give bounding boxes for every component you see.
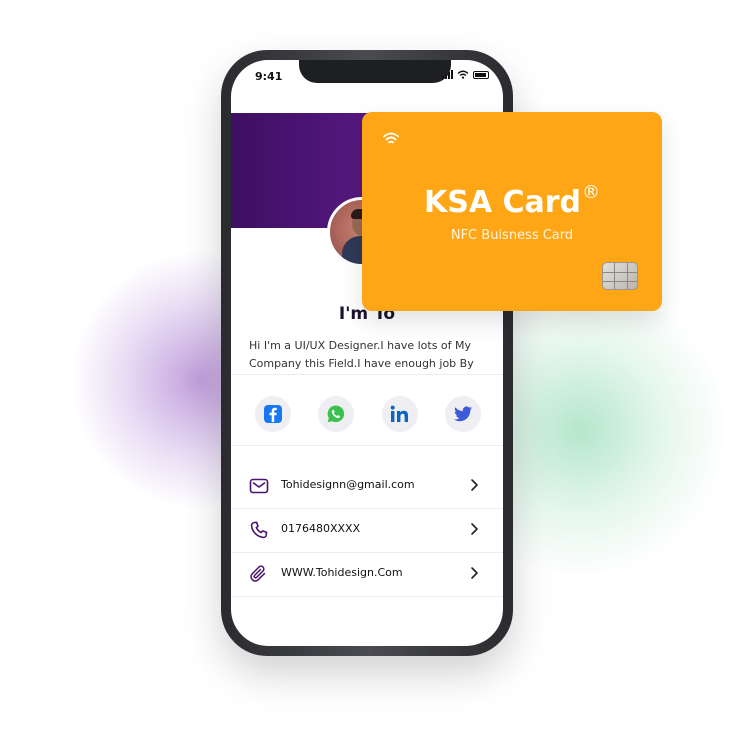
- card-title: KSA Card®: [423, 182, 601, 220]
- profile-bio: Hi I'm a UI/UX Designer.I have lots of M…: [249, 339, 474, 370]
- divider: [231, 445, 503, 446]
- phone-icon: [250, 521, 268, 539]
- chevron-right-icon: [471, 567, 478, 579]
- twitter-button[interactable]: [444, 396, 481, 432]
- contact-row-phone[interactable]: 0176480XXXX: [231, 508, 503, 552]
- divider: [231, 596, 503, 597]
- mail-icon: [249, 478, 269, 494]
- whatsapp-button[interactable]: [318, 396, 355, 432]
- chevron-right-icon: [471, 479, 478, 491]
- facebook-button[interactable]: [255, 396, 291, 432]
- contact-email: Tohidesignn@gmail.com: [281, 478, 415, 491]
- nfc-card: KSA Card® NFC Buisness Card: [362, 112, 662, 311]
- twitter-icon: [453, 406, 472, 422]
- social-links: [255, 396, 481, 432]
- contact-row-website[interactable]: WWW.Tohidesign.Com: [231, 552, 503, 596]
- linkedin-button[interactable]: [381, 396, 418, 432]
- contact-phone: 0176480XXXX: [281, 522, 361, 535]
- link-icon: [250, 565, 266, 582]
- contact-website: WWW.Tohidesign.Com: [281, 566, 403, 579]
- status-time: 9:41: [255, 70, 283, 83]
- contact-row-email[interactable]: Tohidesignn@gmail.com: [231, 464, 503, 508]
- whatsapp-icon: [327, 405, 345, 423]
- nfc-icon: [383, 132, 399, 144]
- card-subtitle: NFC Buisness Card: [450, 228, 574, 243]
- wifi-icon: [457, 70, 469, 79]
- signal-icon: [442, 70, 453, 79]
- divider: [231, 374, 503, 375]
- battery-icon: [473, 71, 489, 79]
- chip-icon: [602, 262, 638, 290]
- phone-notch: [299, 60, 451, 83]
- linkedin-icon: [390, 405, 408, 422]
- status-icons: [442, 70, 489, 79]
- facebook-icon: [264, 405, 282, 423]
- chevron-right-icon: [471, 523, 478, 535]
- registered-mark: ®: [582, 182, 601, 203]
